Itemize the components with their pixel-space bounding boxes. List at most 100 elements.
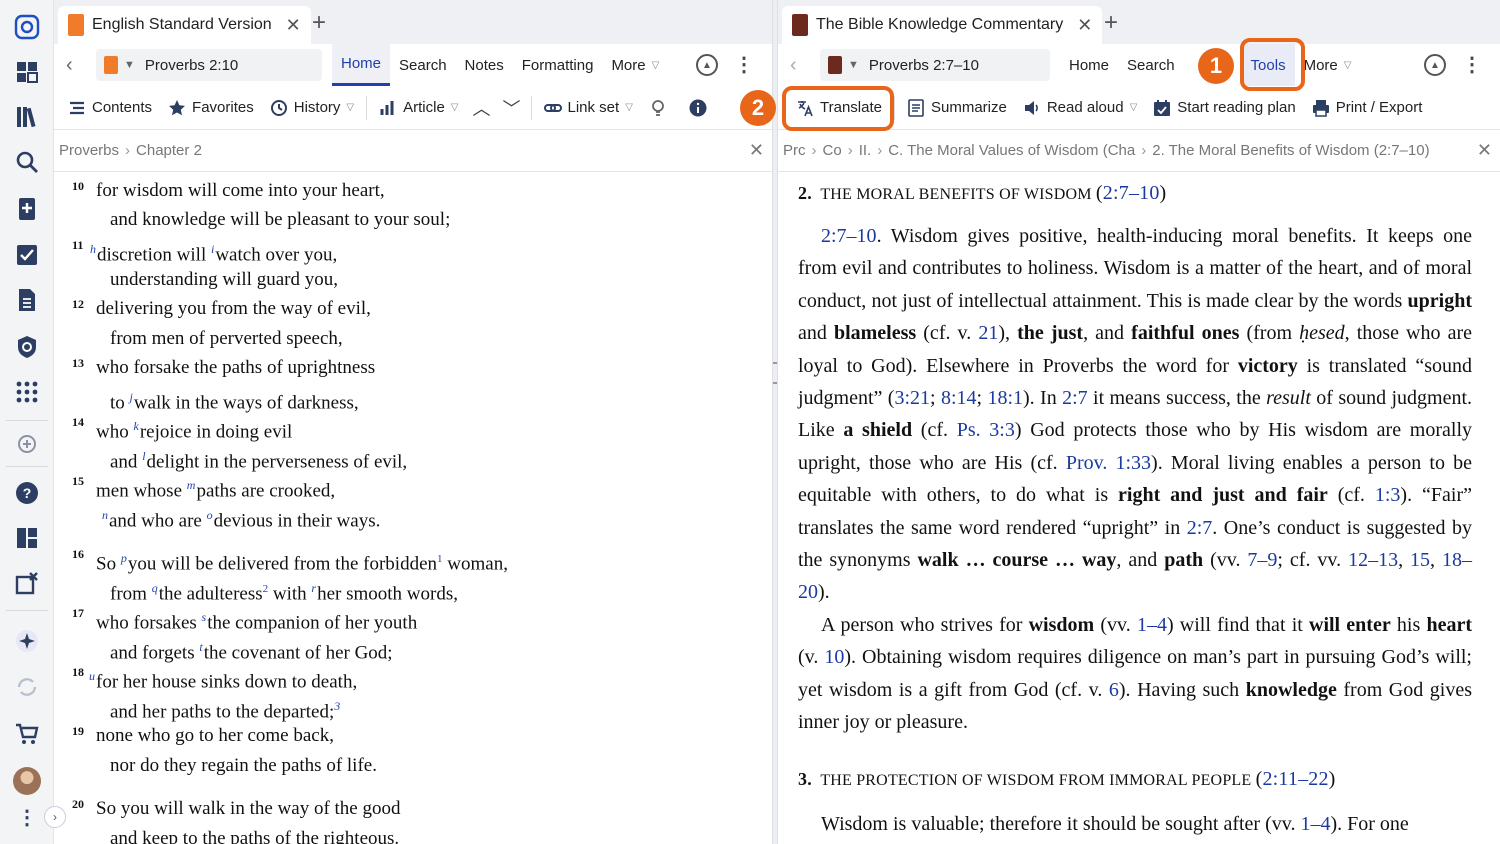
scripture-link[interactable]: 10 <box>824 646 844 668</box>
history-button[interactable]: History ▽ <box>262 86 362 130</box>
tab-home[interactable]: Home <box>1060 44 1118 86</box>
tab-more[interactable]: More ▽ <box>602 44 668 86</box>
scripture-link[interactable]: 1–4 <box>1137 614 1167 636</box>
tab-search[interactable]: Search <box>1118 44 1184 86</box>
close-panels-icon[interactable] <box>10 566 44 600</box>
scripture-link[interactable]: 2:7–10 <box>821 225 877 247</box>
footnote-link[interactable]: l <box>142 449 145 463</box>
footnote-link[interactable]: n <box>102 508 108 522</box>
close-icon[interactable]: ✕ <box>749 140 764 161</box>
scripture-link[interactable]: 8:14 <box>941 387 977 409</box>
breadcrumb-item[interactable]: C. The Moral Values of Wisdom (Cha <box>888 142 1135 159</box>
scripture-link[interactable]: Prov. 1:33 <box>1066 452 1151 474</box>
breadcrumb-item[interactable]: 2. The Moral Benefits of Wisdom (2:7–10) <box>1152 142 1429 159</box>
add-circle-icon[interactable] <box>10 427 44 461</box>
apps-grid-icon[interactable] <box>10 375 44 409</box>
scripture-link[interactable]: 2:7–10 <box>1103 182 1160 204</box>
chevron-down-icon[interactable]: ▼ <box>124 59 135 71</box>
scripture-link[interactable]: 2:7 <box>1187 517 1213 539</box>
tab-home[interactable]: Home <box>332 44 391 86</box>
shield-icon[interactable] <box>10 330 44 364</box>
breadcrumb-item[interactable]: Prc <box>783 142 806 159</box>
back-icon[interactable]: ‹ <box>790 54 812 77</box>
document-icon[interactable] <box>10 283 44 317</box>
summarize-button[interactable]: Summarize <box>899 86 1015 130</box>
breadcrumb-item[interactable]: Co <box>823 142 842 159</box>
footnote-link[interactable]: r <box>311 581 316 595</box>
tab-esv[interactable]: English Standard Version ✕ <box>58 6 311 44</box>
checklist-icon[interactable] <box>10 238 44 272</box>
breadcrumb-item[interactable]: Proverbs <box>59 142 119 159</box>
close-icon[interactable]: ✕ <box>1477 140 1492 161</box>
reading-plan-button[interactable]: Start reading plan <box>1145 86 1303 130</box>
search-icon[interactable] <box>10 145 44 179</box>
tab-formatting[interactable]: Formatting <box>513 44 603 86</box>
more-vertical-icon[interactable]: ⋮ <box>1462 55 1482 75</box>
breadcrumb-item[interactable]: II. <box>859 142 872 159</box>
reference-input[interactable]: Proverbs 2:10 <box>145 57 238 74</box>
resize-handle[interactable] <box>773 362 777 384</box>
library-icon[interactable] <box>10 100 44 134</box>
footnote-link[interactable]: o <box>207 508 213 522</box>
scripture-link[interactable]: 15 <box>1410 549 1430 571</box>
footnote-number[interactable]: 3 <box>334 699 340 713</box>
scripture-link[interactable]: 6 <box>1109 679 1119 701</box>
collapse-sidebar-button[interactable]: › <box>44 806 66 828</box>
scripture-link[interactable]: 2:11–22 <box>1262 768 1328 790</box>
info-icon[interactable] <box>681 86 721 130</box>
chevron-down-icon[interactable]: ▼ <box>848 59 859 71</box>
tab-notes[interactable]: Notes <box>456 44 513 86</box>
read-aloud-button[interactable]: Read aloud ▽ <box>1015 86 1145 130</box>
new-tab-icon[interactable]: + <box>312 9 326 37</box>
more-vertical-icon[interactable]: ⋮ <box>10 800 44 834</box>
close-icon[interactable]: ✕ <box>286 15 301 36</box>
footnote-link[interactable]: s <box>202 610 207 624</box>
new-tab-icon[interactable]: + <box>1104 9 1118 37</box>
chevron-down-icon[interactable]: ﹀ <box>497 86 527 130</box>
collapse-up-icon[interactable]: ▲ <box>696 54 718 76</box>
sparkle-ai-icon[interactable] <box>10 624 44 658</box>
scripture-link[interactable]: 21 <box>978 322 998 344</box>
dashboard-icon[interactable] <box>10 55 44 89</box>
bible-add-icon[interactable] <box>10 192 44 226</box>
breadcrumb-item[interactable]: Chapter 2 <box>136 142 202 159</box>
scripture-link[interactable]: 1:3 <box>1375 484 1401 506</box>
back-icon[interactable]: ‹ <box>66 54 88 77</box>
footnote-link[interactable]: q <box>152 581 158 595</box>
scripture-link[interactable]: 12–13 <box>1348 549 1398 571</box>
link-set-button[interactable]: Link set ▽ <box>536 86 641 130</box>
contents-button[interactable]: Contents <box>60 86 160 130</box>
collapse-up-icon[interactable]: ▲ <box>1424 54 1446 76</box>
footnote-link[interactable]: i <box>211 242 214 256</box>
footnote-link[interactable]: t <box>199 640 202 654</box>
close-icon[interactable]: ✕ <box>1077 15 1092 36</box>
cart-icon[interactable] <box>10 717 44 751</box>
tab-search[interactable]: Search <box>390 44 456 86</box>
lightbulb-icon[interactable] <box>641 86 681 130</box>
reference-input[interactable]: Proverbs 2:7–10 <box>869 57 979 74</box>
more-vertical-icon[interactable]: ⋮ <box>734 55 754 75</box>
footnote-link[interactable]: p <box>121 551 127 565</box>
footnote-link[interactable]: u <box>89 669 95 683</box>
sync-icon[interactable] <box>10 670 44 704</box>
scripture-link[interactable]: 2:7 <box>1062 387 1088 409</box>
scripture-link[interactable]: 3:21 <box>894 387 930 409</box>
help-icon[interactable]: ? <box>10 476 44 510</box>
scripture-link[interactable]: 7–9 <box>1247 549 1277 571</box>
scripture-link[interactable]: Ps. 3:3 <box>957 419 1015 441</box>
scripture-link[interactable]: 1–4 <box>1300 813 1330 835</box>
avatar[interactable] <box>13 767 41 795</box>
scripture-link[interactable]: 18:1 <box>987 387 1023 409</box>
chevron-up-icon[interactable]: ︿ <box>467 86 497 130</box>
footnote-link[interactable]: m <box>187 478 196 492</box>
layouts-icon[interactable] <box>10 521 44 555</box>
footnote-link[interactable]: h <box>90 242 96 256</box>
tab-bkc[interactable]: The Bible Knowledge Commentary ✕ <box>782 6 1103 44</box>
footnote-link[interactable]: j <box>130 390 133 404</box>
reference-box[interactable]: ▼ Proverbs 2:7–10 <box>820 49 1050 81</box>
print-export-button[interactable]: Print / Export <box>1304 86 1431 130</box>
footnote-link[interactable]: k <box>133 419 138 433</box>
reference-box[interactable]: ▼ Proverbs 2:10 <box>96 49 322 81</box>
article-button[interactable]: Article ▽ <box>371 86 466 130</box>
favorites-button[interactable]: Favorites <box>160 86 262 130</box>
